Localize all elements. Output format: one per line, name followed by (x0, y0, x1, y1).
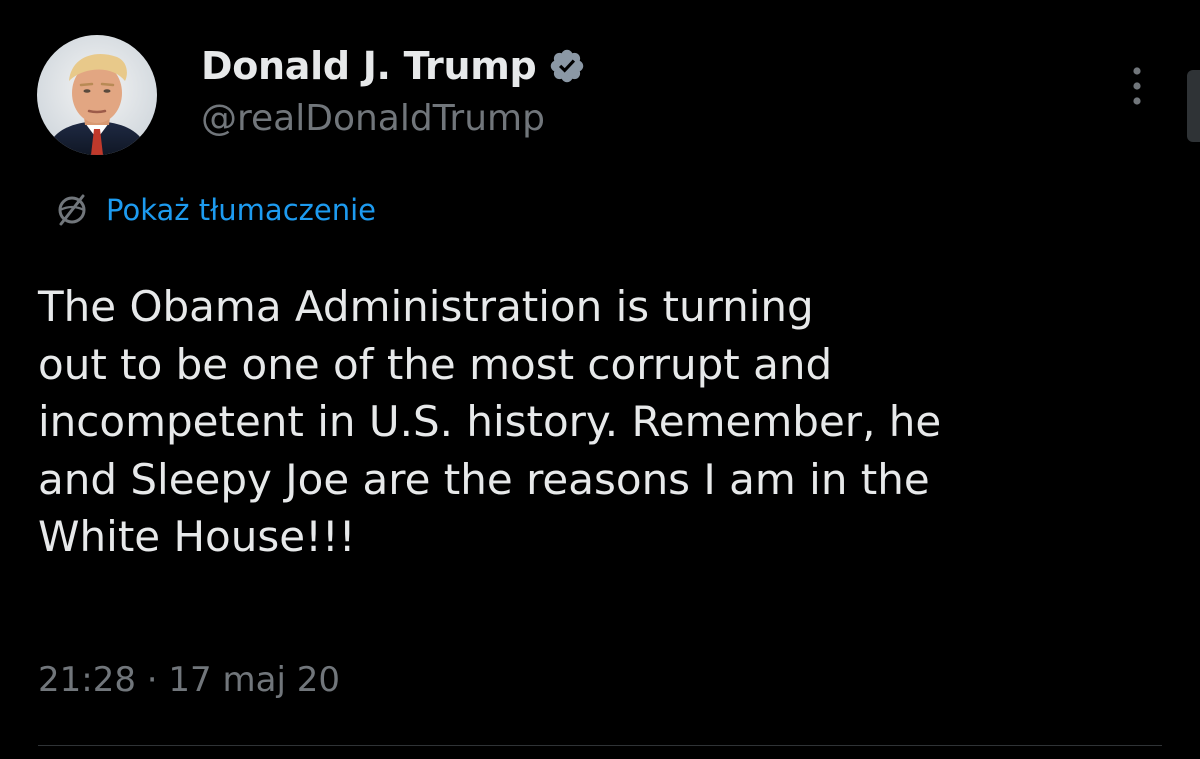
author-name-row[interactable]: Donald J. Trump (201, 40, 586, 92)
avatar[interactable] (37, 35, 157, 155)
translate-globe-icon (52, 190, 92, 230)
scrollbar-thumb[interactable] (1187, 70, 1200, 142)
tweet-card: Donald J. Trump @realDonaldTrump Pokaż t… (0, 0, 1200, 759)
show-translation-link[interactable]: Pokaż tłumaczenie (52, 188, 376, 232)
verified-badge-icon[interactable] (548, 47, 586, 85)
tweet-text: The Obama Administration is turning out … (38, 282, 942, 561)
timestamp-separator: · (146, 660, 158, 700)
tweet-timestamp[interactable]: 21:28 · 17 maj 20 (38, 660, 340, 700)
author-handle[interactable]: @realDonaldTrump (201, 98, 545, 139)
display-name[interactable]: Donald J. Trump (201, 44, 537, 88)
tweet-date[interactable]: 17 maj 20 (168, 660, 340, 700)
more-vertical-icon[interactable] (1122, 62, 1152, 110)
show-translation-label[interactable]: Pokaż tłumaczenie (106, 193, 376, 227)
tweet-time[interactable]: 21:28 (38, 660, 136, 700)
divider (38, 745, 1162, 746)
